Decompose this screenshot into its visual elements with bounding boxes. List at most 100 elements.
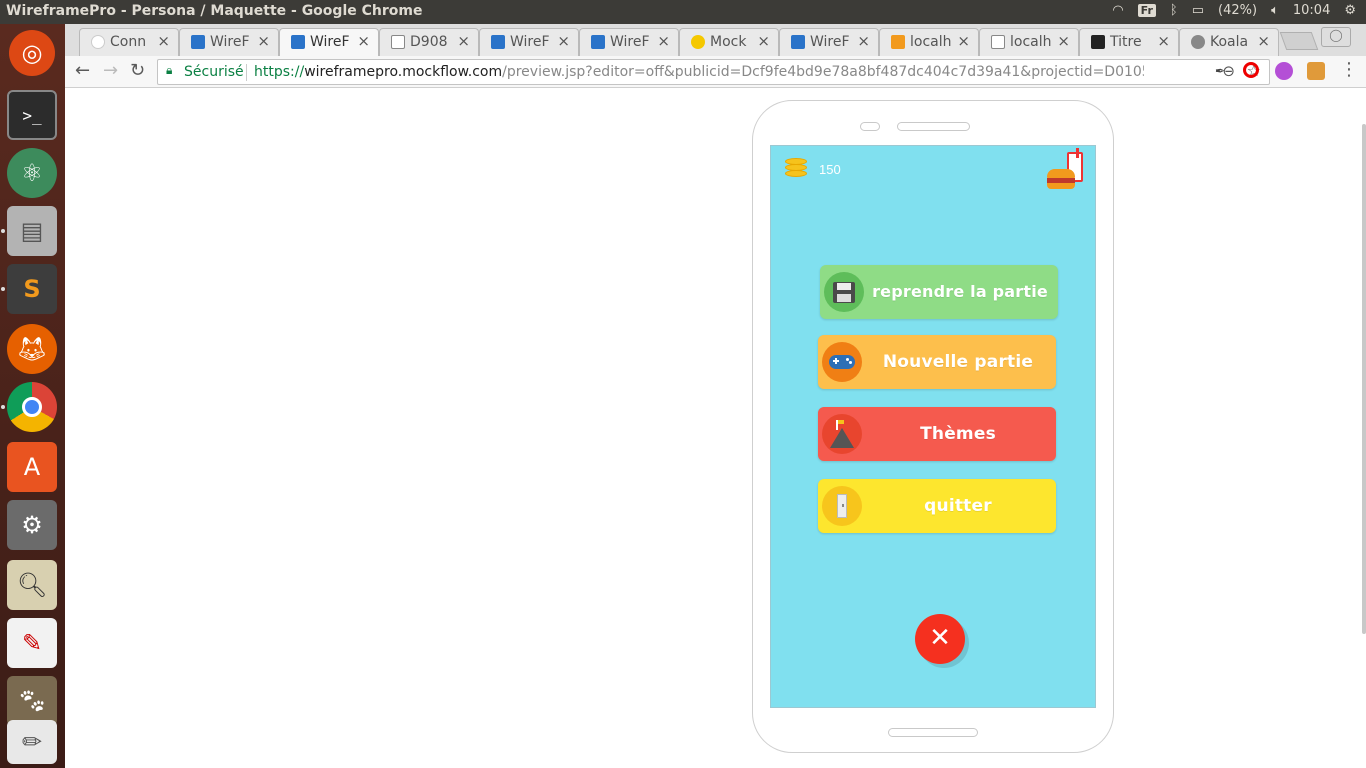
close-tab-icon[interactable]: ×: [357, 32, 370, 50]
mountain-icon: [822, 414, 862, 454]
tab[interactable]: localh ×: [879, 28, 979, 56]
battery-percent: (42%): [1218, 3, 1258, 18]
close-button[interactable]: ✕: [915, 614, 965, 664]
browser-tab-strip: Conn × WireF × WireF × D908 × WireF × WireF × …: [65, 24, 1366, 56]
close-tab-icon[interactable]: ×: [757, 32, 770, 50]
window-title: WireframePro - Persona / Maquette - Goog…: [6, 3, 423, 19]
themes-label: Thèmes: [920, 424, 996, 444]
burger-drink-icon[interactable]: [1047, 148, 1085, 192]
wireframe-icon: [591, 35, 605, 49]
tab[interactable]: Mock ×: [679, 28, 779, 56]
close-icon: ✕: [929, 623, 951, 653]
phone-speaker: [897, 122, 970, 131]
url-host: wireframepro.mockflow.com: [304, 64, 503, 80]
drafting-tool-icon[interactable]: ✏: [7, 720, 57, 764]
tab[interactable]: WireF ×: [579, 28, 679, 56]
extension-icon[interactable]: [1307, 62, 1325, 80]
browser-toolbar: ← → ↻ 🔒︎ Sécurisé https://wireframepro.m…: [65, 56, 1366, 88]
gimp-icon[interactable]: 🐾︎: [7, 676, 57, 726]
image-viewer-icon[interactable]: 🔍︎: [7, 560, 57, 610]
volume-icon[interactable]: 🔈︎: [1271, 3, 1279, 18]
doc-icon: [991, 35, 1005, 49]
quit-label: quitter: [924, 496, 992, 516]
new-tab-button[interactable]: [1279, 32, 1319, 50]
atom-editor-icon[interactable]: ⚛: [7, 148, 57, 198]
close-tab-icon[interactable]: ×: [157, 32, 170, 50]
tab[interactable]: Koala ×: [1179, 28, 1279, 56]
tab-label: Koala: [1210, 34, 1249, 50]
opera-extension-icon[interactable]: [1243, 62, 1259, 78]
bluetooth-icon[interactable]: ᛒ: [1170, 3, 1178, 18]
app-screen: 150 reprendre la partie Nouvelle partie …: [770, 145, 1096, 708]
ubuntu-logo-icon[interactable]: ◎: [9, 30, 55, 76]
back-arrow-icon[interactable]: ←: [75, 60, 90, 81]
eyedropper-extension-icon[interactable]: ✒: [1211, 62, 1229, 80]
themes-button[interactable]: Thèmes: [818, 407, 1056, 461]
settings-gear-icon[interactable]: ⚙: [1344, 3, 1356, 18]
lock-icon: 🔒︎: [166, 63, 173, 77]
close-tab-icon[interactable]: ×: [257, 32, 270, 50]
wireframe-icon: [191, 35, 205, 49]
tab-label: WireF: [510, 34, 550, 50]
scrollbar[interactable]: [1362, 124, 1366, 634]
address-bar[interactable]: 🔒︎ Sécurisé https://wireframepro.mockflo…: [157, 59, 1270, 85]
phone-frame: 150 reprendre la partie Nouvelle partie …: [752, 100, 1114, 753]
koala-icon: [1191, 35, 1205, 49]
close-tab-icon[interactable]: ×: [1057, 32, 1070, 50]
color-extension-icon[interactable]: [1275, 62, 1293, 80]
battery-icon[interactable]: ▭: [1192, 3, 1204, 18]
close-tab-icon[interactable]: ×: [657, 32, 670, 50]
close-tab-icon[interactable]: ×: [557, 32, 570, 50]
forward-arrow-icon[interactable]: →: [103, 60, 118, 81]
sublime-text-icon[interactable]: S: [7, 264, 57, 314]
chrome-icon[interactable]: [7, 382, 57, 432]
keyboard-layout[interactable]: Fr: [1137, 4, 1156, 17]
running-indicator: [1, 229, 5, 233]
url-text[interactable]: https://wireframepro.mockflow.com/previe…: [254, 64, 1144, 80]
wireframe-icon: [291, 35, 305, 49]
terminal-icon[interactable]: >_: [7, 90, 57, 140]
profile-icon[interactable]: ◯: [1321, 27, 1351, 47]
tab-active[interactable]: WireF ×: [279, 28, 379, 56]
close-tab-icon[interactable]: ×: [857, 32, 870, 50]
mockflow-icon: [691, 35, 705, 49]
tab[interactable]: WireF ×: [179, 28, 279, 56]
tab[interactable]: localh ×: [979, 28, 1079, 56]
tab[interactable]: WireF ×: [779, 28, 879, 56]
gamepad-icon: [822, 342, 862, 382]
google-icon: [91, 35, 105, 49]
file-manager-icon[interactable]: ▤: [7, 206, 57, 256]
resume-game-button[interactable]: reprendre la partie: [820, 265, 1058, 319]
close-tab-icon[interactable]: ×: [1257, 32, 1270, 50]
menu-kebab-icon[interactable]: ⋮: [1340, 59, 1358, 80]
running-indicator: [1, 405, 5, 409]
tab-label: WireF: [310, 34, 350, 50]
floppy-disk-icon: [824, 272, 864, 312]
software-center-icon[interactable]: A: [7, 442, 57, 492]
quit-button[interactable]: quitter: [818, 479, 1056, 533]
clock[interactable]: 10:04: [1293, 3, 1330, 18]
tab[interactable]: D908 ×: [379, 28, 479, 56]
url-path: /preview.jsp?editor=off&publicid=Dcf9fe4…: [502, 64, 1144, 80]
tab[interactable]: WireF ×: [479, 28, 579, 56]
tab[interactable]: Titre ×: [1079, 28, 1179, 56]
wifi-icon[interactable]: ◠: [1112, 3, 1123, 18]
running-indicator: [1, 287, 5, 291]
system-settings-icon[interactable]: ⚙: [7, 500, 57, 550]
tab-label: Mock: [710, 34, 747, 50]
secure-label: Sécurisé: [184, 64, 244, 80]
wireframe-icon: [791, 35, 805, 49]
close-tab-icon[interactable]: ×: [957, 32, 970, 50]
close-tab-icon[interactable]: ×: [457, 32, 470, 50]
tab[interactable]: Conn ×: [79, 28, 179, 56]
document-viewer-icon[interactable]: ✎: [7, 618, 57, 668]
reload-icon[interactable]: ↻: [130, 60, 145, 81]
resume-game-label: reprendre la partie: [872, 282, 1048, 301]
divider: [246, 64, 247, 81]
doc-icon: [391, 35, 405, 49]
close-tab-icon[interactable]: ×: [1157, 32, 1170, 50]
firefox-icon[interactable]: 🦊︎: [7, 324, 57, 374]
tab-label: localh: [1010, 34, 1052, 50]
tab-label: WireF: [810, 34, 850, 50]
new-game-button[interactable]: Nouvelle partie: [818, 335, 1056, 389]
